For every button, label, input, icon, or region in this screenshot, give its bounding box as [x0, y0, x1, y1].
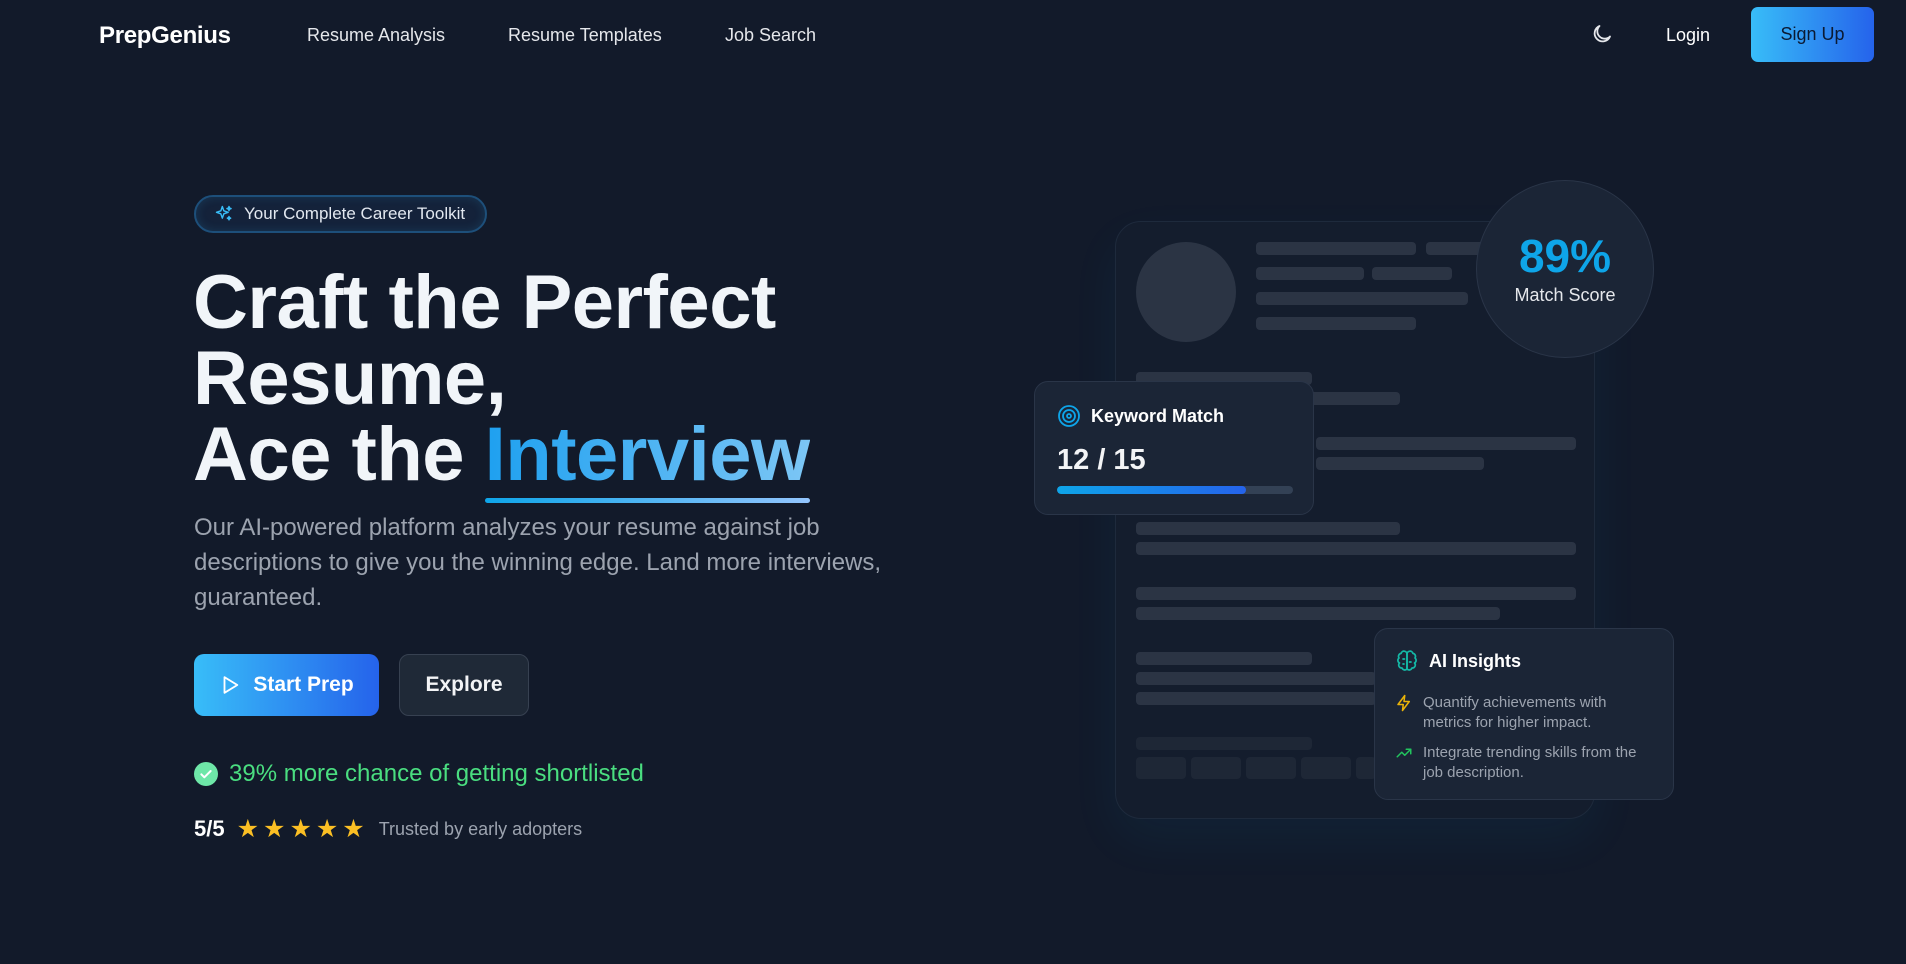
sparkles-icon — [215, 205, 232, 221]
ai-tip: Integrate trending skills from the job d… — [1395, 743, 1657, 783]
login-link[interactable]: Login — [1666, 25, 1710, 46]
star-icon: ★ — [236, 815, 260, 843]
star-icon: ★ — [342, 815, 365, 843]
skeleton-line — [1136, 522, 1400, 535]
rating-stars: ★ ★ ★ ★ ★ — [236, 815, 365, 843]
skeleton-line — [1256, 242, 1416, 255]
rating-score: 5/5 — [194, 816, 225, 841]
hero-headline: Craft the Perfect Resume, Ace the Interv… — [193, 260, 810, 503]
nav-link-resume-templates[interactable]: Resume Templates — [508, 25, 662, 46]
start-prep-button[interactable]: Start Prep — [194, 654, 379, 716]
keyword-progress-fill — [1057, 486, 1246, 494]
skeleton-line — [1316, 437, 1576, 450]
match-score-badge: 89% Match Score — [1476, 180, 1654, 358]
brain-icon — [1397, 650, 1417, 671]
hero-subtitle: Our AI-powered platform analyzes your re… — [194, 514, 882, 611]
skeleton-line — [1256, 292, 1468, 305]
signup-button[interactable]: Sign Up — [1751, 7, 1874, 62]
skeleton-chip — [1136, 757, 1186, 779]
career-toolkit-badge: Your Complete Career Toolkit — [194, 195, 488, 233]
skeleton-line — [1372, 267, 1452, 280]
skeleton-line — [1136, 542, 1576, 555]
skeleton-line — [1136, 587, 1576, 600]
skeleton-chip — [1301, 757, 1351, 779]
keyword-match-header: Keyword Match — [1057, 404, 1224, 428]
moon-icon[interactable] — [1590, 22, 1614, 46]
skeleton-chip — [1356, 757, 1376, 779]
star-icon: ★ — [315, 815, 339, 843]
shortlist-stat: 39% more chance of getting shortlisted — [194, 760, 644, 788]
skeleton-line — [1136, 672, 1376, 685]
skeleton-chip — [1246, 757, 1296, 779]
star-icon: ★ — [263, 815, 286, 843]
ai-tip: Quantify achievements with metrics for h… — [1395, 693, 1657, 733]
headline-line-2: Resume, — [193, 336, 507, 421]
top-navbar: PrepGenius Resume Analysis Resume Templa… — [0, 0, 1906, 70]
skeleton-line — [1256, 317, 1416, 330]
headline-accent-text: Interview — [484, 412, 810, 497]
skeleton-line — [1136, 737, 1312, 750]
ai-tip-text: Integrate trending skills from the job d… — [1423, 744, 1637, 781]
landing-page: PrepGenius Resume Analysis Resume Templa… — [0, 0, 1906, 964]
headline-prefix: Ace the — [193, 412, 485, 497]
ai-insights-card: AI Insights Quantify achievements with m… — [1374, 628, 1674, 800]
skeleton-line — [1316, 457, 1484, 470]
keyword-progress-track — [1057, 486, 1293, 494]
check-circle-icon — [194, 762, 218, 786]
star-icon: ★ — [289, 815, 312, 843]
headline-line-1: Craft the Perfect — [193, 260, 776, 345]
keyword-match-title: Keyword Match — [1091, 405, 1225, 426]
avatar-placeholder — [1136, 242, 1236, 342]
skeleton-line — [1136, 652, 1312, 665]
nav-link-resume-analysis[interactable]: Resume Analysis — [307, 25, 445, 46]
skeleton-line — [1256, 267, 1364, 280]
lightning-icon — [1397, 694, 1410, 712]
headline-line-3: Ace the Interview — [193, 417, 810, 503]
match-score-label: Match Score — [1514, 284, 1616, 305]
target-icon — [1058, 405, 1080, 427]
explore-button[interactable]: Explore — [399, 654, 529, 716]
ai-insights-header: AI Insights — [1395, 649, 1521, 673]
headline-accent: Interview — [484, 417, 810, 503]
rating-row: 5/5 ★ ★ ★ ★ ★ Trusted by early adopters — [194, 816, 582, 842]
trending-up-icon — [1396, 748, 1412, 758]
keyword-match-value: 12 / 15 — [1057, 444, 1146, 476]
start-prep-label: Start Prep — [253, 673, 354, 696]
skeleton-chip — [1191, 757, 1241, 779]
skeleton-line — [1136, 607, 1500, 620]
skeleton-line — [1136, 692, 1376, 705]
ai-insights-title: AI Insights — [1429, 650, 1522, 671]
play-icon — [223, 676, 239, 694]
shortlist-text: 39% more chance of getting shortlisted — [229, 760, 644, 787]
nav-link-job-search[interactable]: Job Search — [725, 25, 816, 46]
badge-label: Your Complete Career Toolkit — [244, 204, 466, 223]
brand-logo[interactable]: PrepGenius — [99, 22, 231, 50]
ai-tip-text: Quantify achievements with metrics for h… — [1423, 694, 1607, 731]
keyword-match-card: Keyword Match 12 / 15 — [1034, 381, 1314, 515]
headline-underline — [484, 498, 810, 503]
trusted-text: Trusted by early adopters — [378, 818, 583, 839]
match-score-value: 89% — [1518, 229, 1612, 282]
